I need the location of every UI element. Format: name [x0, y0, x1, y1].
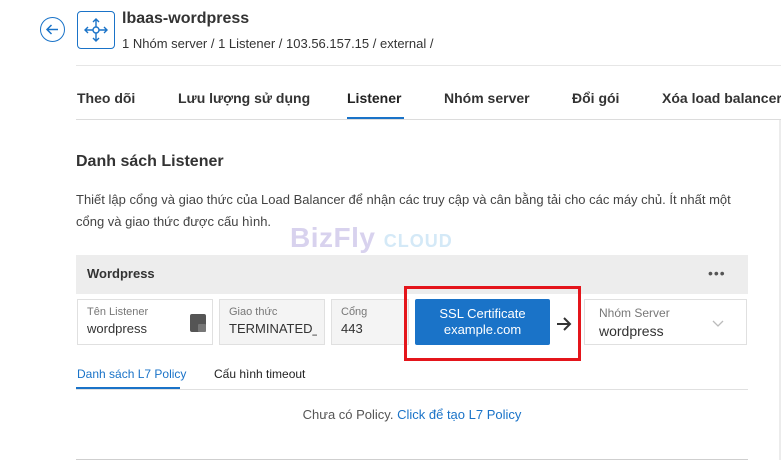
chevron-down-icon: [712, 320, 724, 327]
server-group-select[interactable]: Nhóm Server wordpress: [584, 299, 747, 345]
watermark-suffix: CLOUD: [383, 231, 453, 251]
back-button[interactable]: [40, 17, 65, 42]
tab-theo-doi[interactable]: Theo dõi: [77, 90, 135, 106]
arrow-right-icon: [557, 317, 572, 331]
tab-nhom-server[interactable]: Nhóm server: [444, 90, 530, 106]
protocol-label: Giao thức: [229, 306, 278, 318]
bottom-divider: [76, 459, 748, 460]
ssl-certificate-domain: example.com: [443, 322, 522, 337]
port-field: Cổng 443: [331, 299, 409, 345]
protocol-value: TERMINATED_HTTPS: [229, 321, 317, 336]
listener-name: Wordpress: [87, 266, 155, 281]
breadcrumb: 1 Nhóm server / 1 Listener / 103.56.157.…: [122, 36, 434, 51]
tabs-divider: [76, 119, 781, 120]
watermark-logo: BizFly CLOUD: [290, 222, 453, 254]
empty-state: Chưa có Policy. Click để tạo L7 Policy: [0, 407, 781, 422]
listener-name-value: wordpress: [87, 321, 147, 336]
section-title: Danh sách Listener: [76, 153, 224, 170]
server-group-value: wordpress: [599, 323, 664, 339]
tab-bar: Theo dõi Lưu lượng sử dụng Listener Nhóm…: [0, 82, 781, 120]
ssl-certificate-button[interactable]: SSL Certificate example.com: [415, 299, 550, 345]
create-l7-policy-link[interactable]: Click để tạo L7 Policy: [397, 407, 521, 422]
header-divider: [76, 65, 781, 66]
tab-doi-goi[interactable]: Đổi gói: [572, 90, 619, 106]
load-balancer-icon: [77, 11, 115, 49]
listener-name-field[interactable]: Tên Listener wordpress: [77, 299, 213, 345]
arrow-left-icon: [45, 24, 58, 35]
watermark-brand: BizFly: [290, 222, 376, 253]
subtabs-divider: [76, 389, 748, 390]
empty-state-text: Chưa có Policy.: [302, 407, 394, 422]
page-title: lbaas-wordpress: [122, 10, 250, 27]
more-options-icon[interactable]: •••: [708, 265, 726, 281]
port-label: Cổng: [341, 306, 368, 318]
server-group-label: Nhóm Server: [599, 306, 670, 320]
tab-luu-luong[interactable]: Lưu lượng sử dụng: [178, 90, 310, 106]
tab-xoa-load-balancer[interactable]: Xóa load balancer: [662, 90, 781, 106]
tab-timeout-config[interactable]: Cấu hình timeout: [214, 367, 305, 381]
port-value: 443: [341, 321, 363, 336]
ssl-certificate-label: SSL Certificate: [439, 306, 526, 321]
listener-name-label: Tên Listener: [87, 306, 149, 318]
tab-listener[interactable]: Listener: [347, 90, 401, 106]
tab-l7-policy[interactable]: Danh sách L7 Policy: [77, 367, 186, 381]
protocol-field: Giao thức TERMINATED_HTTPS: [219, 299, 325, 345]
document-icon[interactable]: [190, 314, 206, 332]
